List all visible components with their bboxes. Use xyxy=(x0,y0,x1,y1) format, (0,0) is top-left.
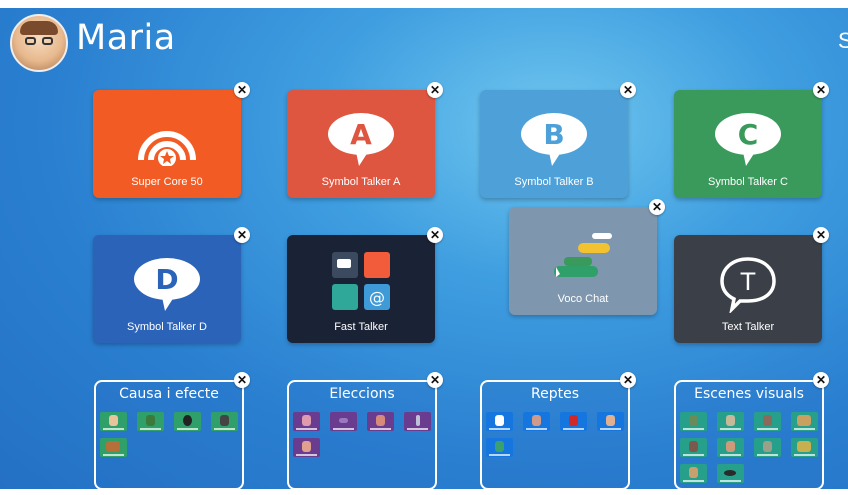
close-icon[interactable]: ✕ xyxy=(427,227,443,243)
avatar-hair xyxy=(20,21,58,35)
tile-label: Fast Talker xyxy=(334,321,388,333)
folder-item xyxy=(680,412,707,431)
folder-item xyxy=(486,412,513,431)
folder-item xyxy=(754,438,781,457)
close-icon[interactable]: ✕ xyxy=(234,227,250,243)
close-icon[interactable]: ✕ xyxy=(427,82,443,98)
folder-item xyxy=(100,438,127,457)
folder-escenes-visuals[interactable]: Escenes visuals xyxy=(674,380,824,490)
settings-button[interactable]: S xyxy=(838,28,848,54)
folder-title: Eleccions xyxy=(329,386,395,402)
tile-text-talker[interactable]: T Text Talker xyxy=(674,235,822,343)
tile-symbol-talker-d[interactable]: D Symbol Talker D xyxy=(93,235,241,343)
tile-symbol-talker-a[interactable]: A Symbol Talker A xyxy=(287,90,435,198)
tile-symbol-talker-b[interactable]: B Symbol Talker B xyxy=(480,90,628,198)
close-icon[interactable]: ✕ xyxy=(813,227,829,243)
folder-reptes[interactable]: Reptes xyxy=(480,380,630,490)
close-icon[interactable]: ✕ xyxy=(234,82,250,98)
speech-bubble-a-icon: A xyxy=(328,113,394,166)
tile-label: Text Talker xyxy=(721,321,775,333)
tile-symbol-talker-c[interactable]: C Symbol Talker C xyxy=(674,90,822,198)
folder-item xyxy=(754,412,781,431)
letter-t: T xyxy=(740,268,756,296)
super-core-icon xyxy=(138,131,196,166)
folder-item xyxy=(791,412,818,431)
speech-bubble-c-icon: C xyxy=(715,113,781,166)
folder-title: Reptes xyxy=(531,386,579,402)
speech-bubble-b-icon: B xyxy=(521,113,587,166)
folder-item xyxy=(174,412,201,431)
folder-item xyxy=(211,412,238,431)
folder-item xyxy=(717,412,744,431)
tile-label: Voco Chat xyxy=(557,293,609,305)
folder-title: Causa i efecte xyxy=(119,386,219,402)
folder-item xyxy=(560,412,587,431)
folder-item xyxy=(597,412,624,431)
voco-chat-icon xyxy=(554,233,612,277)
folder-item xyxy=(100,412,127,431)
close-icon[interactable]: ✕ xyxy=(813,82,829,98)
fast-talker-grid-icon: @ xyxy=(332,252,390,310)
letter-d: D xyxy=(155,263,178,296)
folder-item xyxy=(717,464,744,483)
close-icon[interactable]: ✕ xyxy=(813,372,829,388)
user-name[interactable]: Maria xyxy=(76,18,176,58)
folder-item xyxy=(486,438,513,457)
folder-item xyxy=(680,438,707,457)
folder-item xyxy=(404,412,431,431)
folder-item xyxy=(791,438,818,457)
folder-title: Escenes visuals xyxy=(694,386,804,402)
user-avatar[interactable] xyxy=(10,14,68,72)
avatar-glasses xyxy=(25,37,53,46)
folder-item xyxy=(293,412,320,431)
top-frame xyxy=(0,0,848,8)
close-icon[interactable]: ✕ xyxy=(427,372,443,388)
tile-voco-chat[interactable]: Voco Chat xyxy=(509,207,657,315)
folder-item xyxy=(523,412,550,431)
letter-a: A xyxy=(350,118,372,151)
speech-bubble-d-icon: D xyxy=(134,258,200,311)
folder-eleccions[interactable]: Eleccions xyxy=(287,380,437,490)
close-icon[interactable]: ✕ xyxy=(234,372,250,388)
close-icon[interactable]: ✕ xyxy=(620,82,636,98)
folder-item xyxy=(293,438,320,457)
tile-fast-talker[interactable]: @ Fast Talker xyxy=(287,235,435,343)
close-icon[interactable]: ✕ xyxy=(649,199,665,215)
folder-item xyxy=(330,412,357,431)
tile-label: Symbol Talker B xyxy=(514,176,594,188)
tile-label: Super Core 50 xyxy=(131,176,203,188)
folder-item xyxy=(680,464,707,483)
tile-super-core-50[interactable]: Super Core 50 xyxy=(93,90,241,198)
svg-text:@: @ xyxy=(369,288,385,307)
speech-bubble-t-icon: T xyxy=(720,257,776,313)
folder-item xyxy=(717,438,744,457)
letter-b: B xyxy=(543,118,564,151)
tile-label: Symbol Talker D xyxy=(127,321,207,333)
tile-label: Symbol Talker C xyxy=(708,176,788,188)
letter-c: C xyxy=(738,118,759,151)
folder-item xyxy=(367,412,394,431)
folder-item xyxy=(137,412,164,431)
tile-label: Symbol Talker A xyxy=(321,176,401,188)
close-icon[interactable]: ✕ xyxy=(620,372,636,388)
folder-causa-i-efecte[interactable]: Causa i efecte xyxy=(94,380,244,490)
